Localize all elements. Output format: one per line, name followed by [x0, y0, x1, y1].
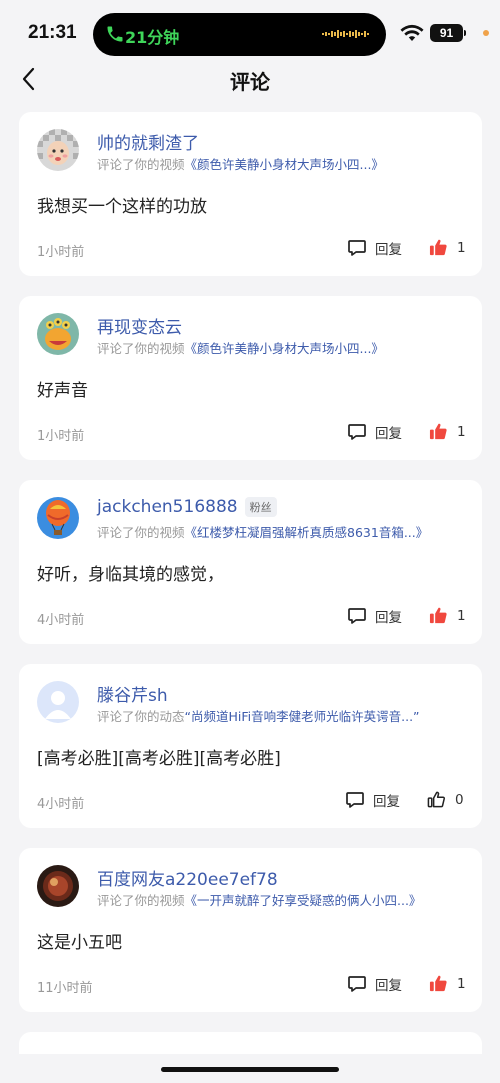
comment-card[interactable]: jackchen516888 粉丝 评论了你的视频《红楼梦枉凝眉强解析真质感86… — [19, 480, 482, 644]
balloon-avatar-icon — [37, 497, 79, 539]
timestamp: 1小时前 — [37, 245, 85, 260]
thumbs-up-outline-icon — [427, 791, 446, 808]
phone-icon — [107, 26, 123, 42]
battery-indicator: 91 — [430, 24, 463, 42]
like-button[interactable]: 0 — [427, 790, 464, 809]
like-button[interactable]: 1 — [429, 974, 466, 993]
comment-bubble-icon — [348, 424, 366, 440]
like-count: 1 — [457, 975, 466, 992]
comment-text: [高考必胜][高考必胜][高考必胜] — [37, 749, 281, 769]
privacy-dot — [483, 30, 489, 36]
reply-button[interactable]: 回复 — [347, 238, 402, 258]
comment-bubble-icon — [346, 792, 364, 808]
nav-bar: 评论 — [0, 62, 500, 98]
wifi-icon — [400, 24, 424, 41]
fan-badge: 粉丝 — [244, 497, 277, 517]
reply-label: 回复 — [373, 794, 400, 810]
reply-button[interactable]: 回复 — [347, 974, 402, 994]
avatar[interactable] — [37, 865, 79, 907]
comment-bubble-icon — [348, 976, 366, 992]
action-text: 评论了你的视频 — [97, 341, 185, 356]
name-row: 帅的就剩渣了 — [97, 129, 199, 154]
timestamp: 1小时前 — [37, 429, 85, 444]
dark-avatar-icon — [37, 865, 79, 907]
comment-card[interactable]: 再现变态云 评论了你的视频《颜色许美静小身材大声场小四...》 好声音 1小时前… — [19, 296, 482, 460]
user-name[interactable]: 再现变态云 — [97, 313, 182, 338]
target-link[interactable]: 《颜色许美静小身材大声场小四...》 — [185, 341, 384, 356]
reply-button[interactable]: 回复 — [345, 790, 400, 810]
name-row: jackchen516888 粉丝 — [97, 497, 277, 517]
comment-context: 评论了你的动态“尚频道HiFi音响李健老师光临许英谔音...” — [97, 706, 420, 725]
user-name[interactable]: 百度网友a220ee7ef78 — [97, 865, 278, 890]
like-button[interactable]: 1 — [429, 422, 466, 441]
timestamp: 11小时前 — [37, 981, 93, 996]
target-link[interactable]: 《一开声就醉了好享受疑惑的俩人小四...》 — [185, 893, 422, 908]
action-text: 评论了你的视频 — [97, 525, 185, 540]
avatar[interactable] — [37, 129, 79, 171]
comment-bubble-icon — [348, 608, 366, 624]
call-duration: 21分钟 — [125, 28, 180, 47]
page-title: 评论 — [230, 70, 270, 94]
user-name[interactable]: jackchen516888 — [97, 497, 238, 517]
target-link[interactable]: 《红楼梦枉凝眉强解析真质感8631音箱...》 — [185, 525, 429, 540]
avatar[interactable] — [37, 313, 79, 355]
cartoon-avatar-icon — [37, 313, 79, 355]
comment-card[interactable]: 百度网友a220ee7ef78 评论了你的视频《一开声就醉了好享受疑惑的俩人小四… — [19, 848, 482, 1012]
default-avatar-icon — [37, 681, 79, 723]
home-indicator[interactable] — [161, 1067, 339, 1072]
comment-card[interactable]: 帅的就剩渣了 评论了你的视频《颜色许美静小身材大声场小四...》 我想买一个这样… — [19, 112, 482, 276]
like-button[interactable]: 1 — [429, 606, 466, 625]
user-name[interactable]: 滕谷芹sh — [97, 681, 168, 706]
battery-tip — [464, 30, 466, 36]
status-bar: 21:31 21分钟 91 — [0, 0, 500, 62]
reply-label: 回复 — [375, 426, 402, 442]
action-text: 评论了你的动态 — [97, 709, 185, 724]
timestamp: 4小时前 — [37, 797, 85, 812]
like-button[interactable]: 1 — [429, 238, 466, 257]
comment-context: 评论了你的视频《红楼梦枉凝眉强解析真质感8631音箱...》 — [97, 522, 428, 541]
comment-context: 评论了你的视频《颜色许美静小身材大声场小四...》 — [97, 154, 384, 173]
status-time: 21:31 — [28, 22, 77, 43]
timestamp: 4小时前 — [37, 613, 85, 628]
reply-button[interactable]: 回复 — [347, 422, 402, 442]
thumbs-up-filled-icon — [429, 239, 447, 256]
baby-avatar-icon — [37, 129, 79, 171]
comment-list: 帅的就剩渣了 评论了你的视频《颜色许美静小身材大声场小四...》 我想买一个这样… — [19, 112, 482, 1074]
like-count: 1 — [457, 239, 466, 256]
comment-text: 我想买一个这样的功放 — [37, 197, 207, 217]
name-row: 百度网友a220ee7ef78 — [97, 865, 278, 890]
reply-button[interactable]: 回复 — [347, 606, 402, 626]
reply-label: 回复 — [375, 610, 402, 626]
action-text: 评论了你的视频 — [97, 157, 185, 172]
comment-text: 好声音 — [37, 381, 88, 401]
like-count: 1 — [457, 423, 466, 440]
like-count: 0 — [455, 791, 464, 808]
comment-card-partial[interactable] — [19, 1032, 482, 1054]
comment-bubble-icon — [348, 240, 366, 256]
avatar[interactable] — [37, 681, 79, 723]
comment-text: 这是小五吧 — [37, 933, 122, 953]
thumbs-up-filled-icon — [429, 607, 447, 624]
thumbs-up-filled-icon — [429, 423, 447, 440]
action-text: 评论了你的视频 — [97, 893, 185, 908]
target-link[interactable]: 《颜色许美静小身材大声场小四...》 — [185, 157, 384, 172]
target-link[interactable]: “尚频道HiFi音响李健老师光临许英谔音...” — [185, 709, 420, 724]
reply-label: 回复 — [375, 242, 402, 258]
call-indicator[interactable]: 21分钟 — [93, 13, 386, 56]
name-row: 滕谷芹sh — [97, 681, 168, 706]
comment-context: 评论了你的视频《颜色许美静小身材大声场小四...》 — [97, 338, 384, 357]
reply-label: 回复 — [375, 978, 402, 994]
avatar[interactable] — [37, 497, 79, 539]
audio-wave-icon — [322, 30, 369, 38]
comment-context: 评论了你的视频《一开声就醉了好享受疑惑的俩人小四...》 — [97, 890, 421, 909]
thumbs-up-filled-icon — [429, 975, 447, 992]
name-row: 再现变态云 — [97, 313, 182, 338]
comment-text: 好听，身临其境的感觉， — [37, 565, 224, 585]
user-name[interactable]: 帅的就剩渣了 — [97, 129, 199, 154]
like-count: 1 — [457, 607, 466, 624]
comment-card[interactable]: 滕谷芹sh 评论了你的动态“尚频道HiFi音响李健老师光临许英谔音...” [高… — [19, 664, 482, 828]
